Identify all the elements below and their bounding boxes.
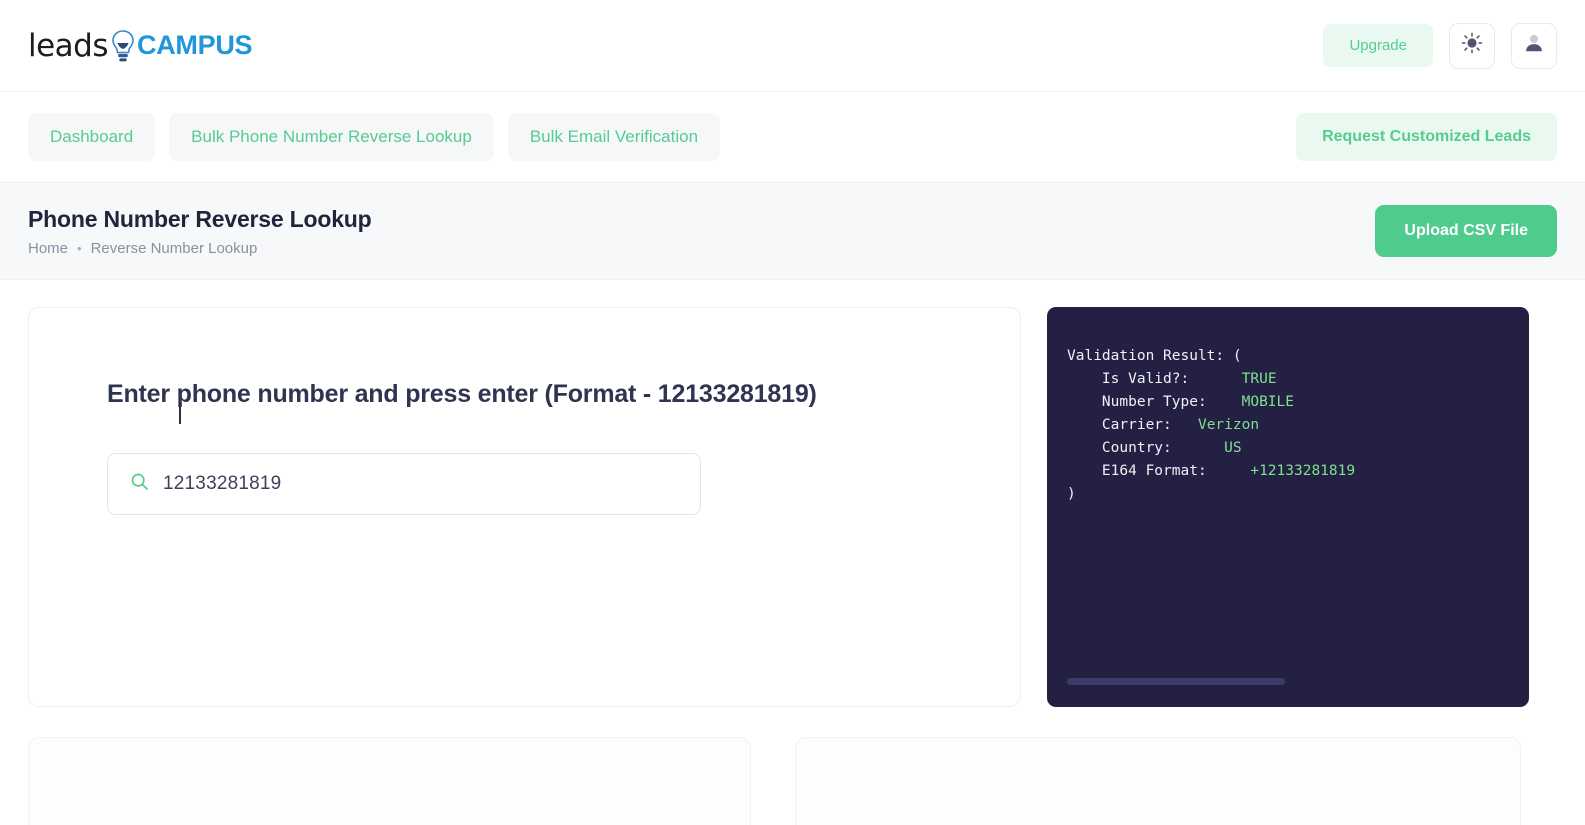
account-button[interactable] <box>1511 22 1557 69</box>
page-header-text: Phone Number Reverse Lookup Home • Rever… <box>28 206 372 257</box>
nav-tab-bulk-phone-lookup[interactable]: Bulk Phone Number Reverse Lookup <box>169 113 494 161</box>
bottom-card-left <box>28 737 751 825</box>
label-country: Country: <box>1101 440 1172 456</box>
label-carrier: Carrier: <box>1101 417 1172 433</box>
validation-row-e164: E164 Format: +12133281819 <box>1067 463 1355 479</box>
user-avatar-icon <box>1523 32 1545 59</box>
validation-row-number-type: Number Type: MOBILE <box>1067 394 1294 410</box>
search-input-value[interactable]: 12133281819 <box>163 473 281 495</box>
page-header-band: Phone Number Reverse Lookup Home • Rever… <box>0 183 1585 280</box>
value-number-type: MOBILE <box>1241 394 1294 410</box>
validation-row-is-valid: Is Valid?: TRUE <box>1067 371 1277 387</box>
value-is-valid: TRUE <box>1241 371 1277 387</box>
phone-search-field[interactable]: 12133281819 <box>107 401 701 515</box>
logo-text-campus: CAMPUS <box>137 30 253 60</box>
breadcrumb-current: Reverse Number Lookup <box>90 239 258 257</box>
nav-tab-dashboard[interactable]: Dashboard <box>28 113 156 161</box>
validation-result-panel: Validation Result: ( Is Valid?: TRUE Num… <box>1047 307 1529 707</box>
header-actions: Upgrade <box>1323 22 1557 69</box>
main-content: Enter phone number and press enter (Form… <box>0 280 1585 707</box>
upload-csv-button[interactable]: Upload CSV File <box>1375 205 1557 257</box>
label-e164-format: E164 Format: <box>1101 463 1207 479</box>
breadcrumb-home[interactable]: Home <box>28 240 68 257</box>
label-is-valid: Is Valid?: <box>1101 371 1190 387</box>
nav-tab-bulk-email-verification[interactable]: Bulk Email Verification <box>507 113 721 161</box>
validation-row-carrier: Carrier: Verizon <box>1067 417 1259 433</box>
lightbulb-icon <box>110 29 136 63</box>
nav-tabs: Dashboard Bulk Phone Number Reverse Look… <box>28 113 721 161</box>
validation-result-text: Validation Result: ( Is Valid?: TRUE Num… <box>1047 345 1529 506</box>
nav-bar: Dashboard Bulk Phone Number Reverse Look… <box>0 92 1585 183</box>
validation-row-country: Country: US <box>1067 440 1242 456</box>
upgrade-button[interactable]: Upgrade <box>1323 24 1433 67</box>
value-e164-format: +12133281819 <box>1250 463 1356 479</box>
bottom-cards-row <box>0 737 1585 825</box>
horizontal-scrollbar[interactable] <box>1067 678 1285 685</box>
breadcrumb-separator: • <box>77 240 82 256</box>
lookup-heading: Enter phone number and press enter (Form… <box>107 380 817 408</box>
theme-toggle-button[interactable] <box>1449 22 1495 69</box>
lookup-card: Enter phone number and press enter (Form… <box>28 307 1021 707</box>
bottom-card-right <box>795 737 1521 825</box>
logo-text-leads: leads <box>28 27 109 64</box>
request-customized-leads-button[interactable]: Request Customized Leads <box>1296 113 1557 161</box>
text-caret <box>179 401 181 424</box>
sun-icon <box>1461 32 1483 59</box>
validation-closing-line: ) <box>1067 486 1076 502</box>
label-number-type: Number Type: <box>1101 394 1207 410</box>
value-carrier: Verizon <box>1197 417 1260 433</box>
app-logo[interactable]: leads CAMPUS <box>28 27 253 64</box>
breadcrumb: Home • Reverse Number Lookup <box>28 240 372 257</box>
search-icon <box>130 472 149 496</box>
value-country: US <box>1224 440 1242 456</box>
validation-title-line: Validation Result: ( <box>1067 348 1242 364</box>
page-title: Phone Number Reverse Lookup <box>28 205 372 232</box>
top-header: leads CAMPUS Upgrade <box>0 0 1585 92</box>
